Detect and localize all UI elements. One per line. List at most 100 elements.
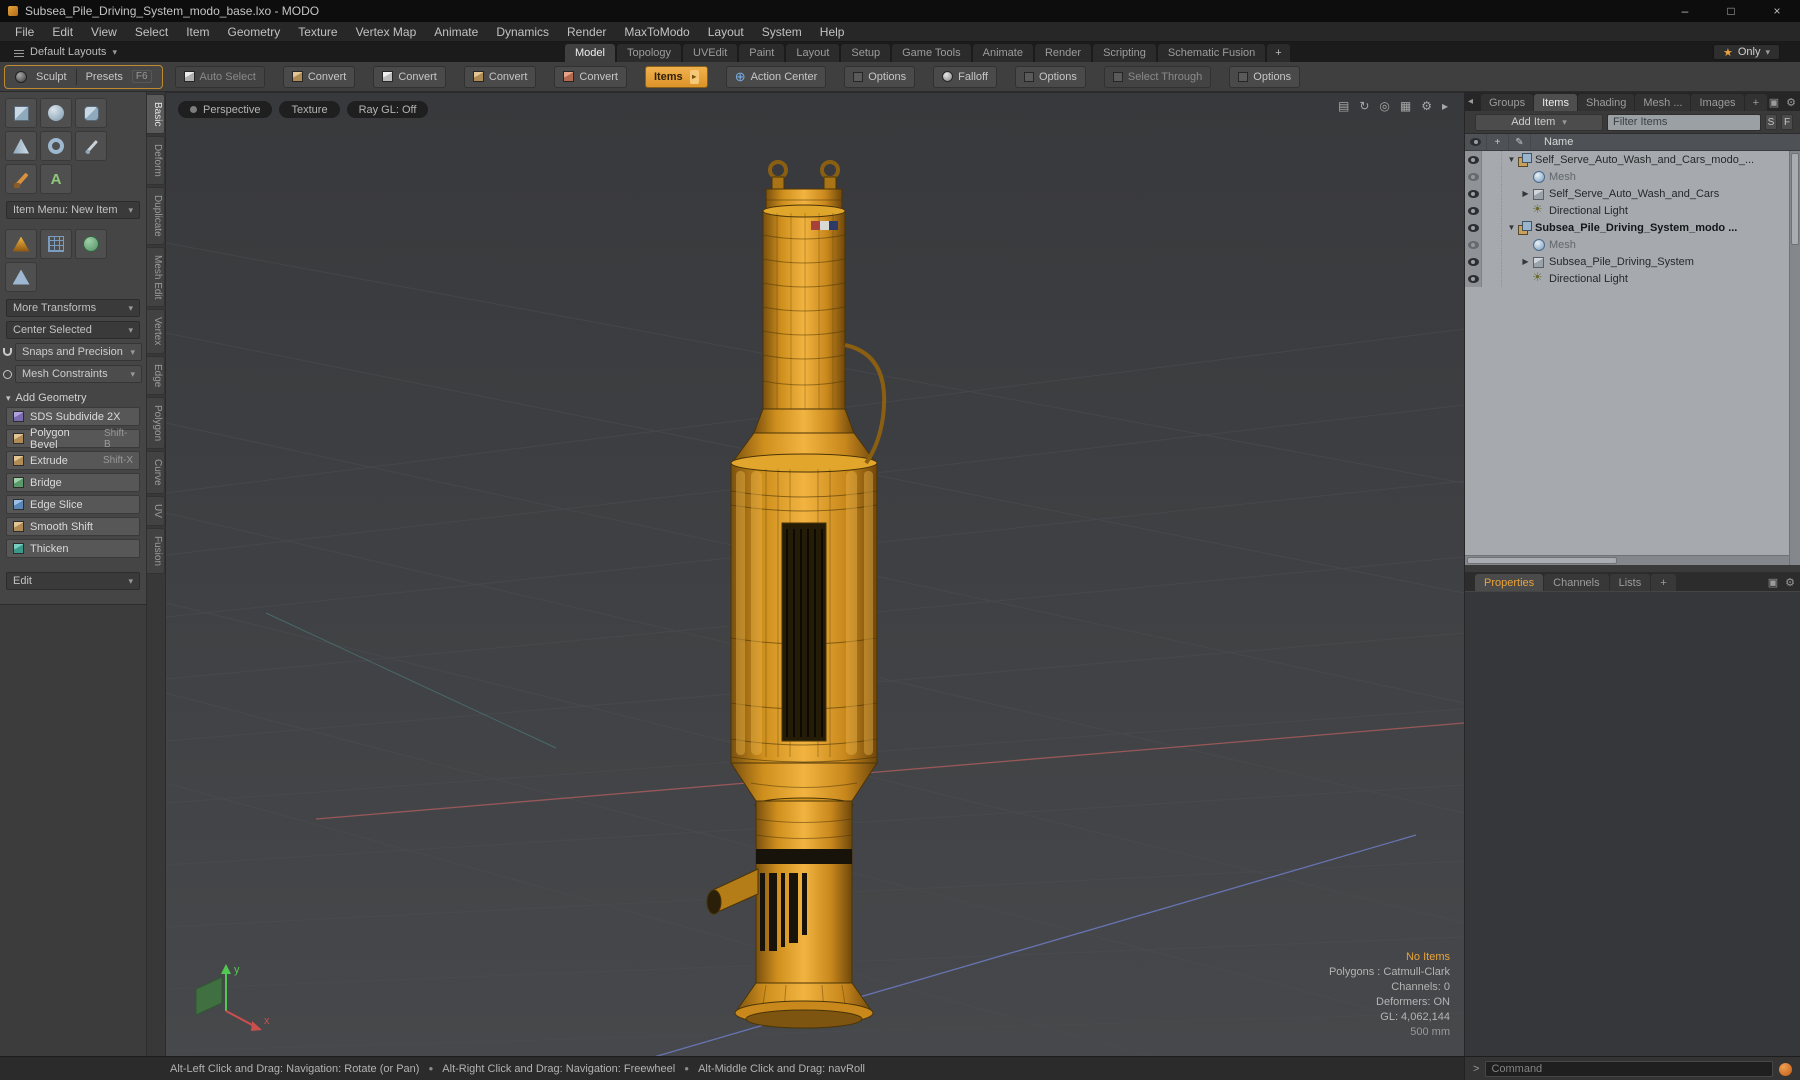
tab-paint[interactable]: Paint (739, 44, 785, 62)
eye-icon[interactable] (1467, 189, 1479, 198)
expand-icon[interactable]: ▸ (1442, 99, 1448, 113)
eye-icon[interactable] (1467, 155, 1479, 164)
side-tab-mesh-edit[interactable]: Mesh Edit (147, 246, 165, 308)
tree-row[interactable]: Directional Light (1465, 270, 1800, 287)
cube-tool-button[interactable] (5, 98, 37, 128)
only-button[interactable]: ★ Only (1712, 44, 1780, 60)
menu-vertex-map[interactable]: Vertex Map (347, 22, 426, 41)
perspective-button[interactable]: Perspective (178, 101, 273, 118)
more-transforms-dropdown[interactable]: More Transforms (6, 299, 140, 317)
eye-icon[interactable] (1467, 172, 1479, 181)
tab-animate[interactable]: Animate (972, 44, 1033, 62)
side-tab-fusion[interactable]: Fusion (147, 527, 165, 574)
horizontal-scrollbar[interactable] (1465, 555, 1789, 565)
tree-item-label[interactable]: Subsea_Pile_Driving_System_modo ... (1535, 222, 1737, 234)
side-tab-duplicate[interactable]: Duplicate (147, 187, 165, 245)
eye-icon[interactable] (1467, 240, 1479, 249)
scrollbar-thumb[interactable] (1791, 153, 1799, 245)
eye-icon[interactable] (1467, 206, 1479, 215)
visibility-cell[interactable] (1465, 168, 1482, 185)
vertical-scrollbar[interactable] (1789, 151, 1800, 565)
tree-row[interactable]: ▼ Subsea_Pile_Driving_System_modo ... (1465, 219, 1800, 236)
rounded-cube-tool-button[interactable] (75, 98, 107, 128)
smooth-shift-button[interactable]: Smooth Shift (6, 517, 140, 536)
extrude-button[interactable]: Extrude Shift-X (6, 451, 140, 470)
visibility-cell[interactable] (1465, 202, 1482, 219)
tree-row[interactable]: ▶ Subsea_Pile_Driving_System (1465, 253, 1800, 270)
convert-button-4[interactable]: Convert (554, 65, 627, 88)
gear-icon[interactable]: ⚙ (1785, 576, 1795, 589)
tree-row[interactable]: ▶ Self_Serve_Auto_Wash_and_Cars (1465, 185, 1800, 202)
chevron-right-icon[interactable]: ▸ (689, 69, 699, 84)
visibility-cell[interactable] (1465, 236, 1482, 253)
convert-button-2[interactable]: Convert (373, 65, 446, 88)
tree-row[interactable]: Mesh (1465, 236, 1800, 253)
tab-layout[interactable]: Layout (786, 44, 840, 62)
menu-select[interactable]: Select (126, 22, 177, 41)
tab-topology[interactable]: Topology (616, 44, 682, 62)
tree-item-label[interactable]: Self_Serve_Auto_Wash_and_Cars_modo_... (1535, 154, 1754, 166)
maximize-button[interactable]: □ (1708, 0, 1754, 22)
side-tab-vertex[interactable]: Vertex (147, 309, 165, 354)
tab-properties[interactable]: Properties (1475, 574, 1544, 591)
tree-item-label[interactable]: Mesh (1549, 239, 1576, 251)
auto-select-button[interactable]: Auto Select (174, 65, 265, 88)
mesh-tool-button[interactable] (5, 262, 37, 292)
collapse-arrow-icon[interactable]: ▼ (1506, 155, 1517, 164)
expand-arrow-icon[interactable]: ▶ (1520, 257, 1531, 266)
item-menu-dropdown[interactable]: Item Menu: New Item (6, 201, 140, 219)
convert-button-1[interactable]: Convert (282, 65, 356, 88)
add-properties-tab-button[interactable]: + (1651, 574, 1676, 591)
center-selected-dropdown[interactable]: Center Selected (6, 321, 140, 339)
tab-groups[interactable]: Groups (1481, 94, 1534, 111)
visibility-column-header[interactable] (1465, 134, 1487, 150)
torus-tool-button[interactable] (40, 131, 72, 161)
side-tab-uv[interactable]: UV (147, 495, 165, 526)
edge-slice-button[interactable]: Edge Slice (6, 495, 140, 514)
presets-button[interactable]: Presets (86, 71, 123, 83)
tab-shading[interactable]: Shading (1577, 94, 1635, 111)
sculpt-button[interactable]: Sculpt (36, 71, 67, 83)
tab-model[interactable]: Model (565, 44, 615, 62)
tab-render[interactable]: Render (1034, 44, 1092, 62)
falloff-button[interactable]: Falloff (933, 65, 997, 88)
menu-system[interactable]: System (753, 22, 811, 41)
sphere-tool-button[interactable] (40, 98, 72, 128)
menu-maxtomodo[interactable]: MaxToModo (615, 22, 698, 41)
menu-help[interactable]: Help (811, 22, 854, 41)
menu-item[interactable]: Item (177, 22, 218, 41)
add-item-button[interactable]: Add Item (1475, 113, 1603, 131)
menu-dynamics[interactable]: Dynamics (487, 22, 558, 41)
visibility-cell[interactable] (1465, 270, 1482, 287)
falloff-options-button[interactable]: Options (1014, 65, 1086, 88)
snaps-precision-button[interactable]: Snaps and Precision (15, 343, 142, 361)
visibility-cell[interactable] (1465, 253, 1482, 270)
menu-render[interactable]: Render (558, 22, 615, 41)
add-column-header[interactable]: + (1487, 134, 1509, 150)
edit-dropdown[interactable]: Edit (6, 572, 140, 590)
scrollbar-thumb[interactable] (1467, 557, 1617, 564)
collapse-arrow-icon[interactable]: ▼ (1506, 223, 1517, 232)
cone-tool-button[interactable] (5, 131, 37, 161)
globe-tool-button[interactable] (75, 229, 107, 259)
eye-icon[interactable] (1467, 274, 1479, 283)
tab-setup[interactable]: Setup (841, 44, 891, 62)
bridge-button[interactable]: Bridge (6, 473, 140, 492)
menu-view[interactable]: View (82, 22, 126, 41)
gradient-tool-button[interactable] (5, 229, 37, 259)
sort-button[interactable]: S (1765, 114, 1777, 130)
tab-lists[interactable]: Lists (1609, 574, 1651, 591)
side-tab-curve[interactable]: Curve (147, 451, 165, 494)
minimize-button[interactable]: – (1662, 0, 1708, 22)
tree-item-label[interactable]: Self_Serve_Auto_Wash_and_Cars (1549, 188, 1719, 200)
grid-toggle-icon[interactable]: ▦ (1400, 99, 1411, 113)
command-input[interactable] (1485, 1061, 1773, 1077)
tree-item-label[interactable]: Directional Light (1549, 273, 1628, 285)
tree-row[interactable]: Mesh (1465, 168, 1800, 185)
items-mode-button[interactable]: Items ▸ (644, 65, 708, 88)
visibility-cell[interactable] (1465, 185, 1482, 202)
action-center-button[interactable]: Action Center (725, 65, 827, 88)
eye-icon[interactable] (1467, 257, 1479, 266)
mesh-constraints-button[interactable]: Mesh Constraints (15, 365, 142, 383)
refresh-icon[interactable]: ↻ (1359, 99, 1369, 113)
